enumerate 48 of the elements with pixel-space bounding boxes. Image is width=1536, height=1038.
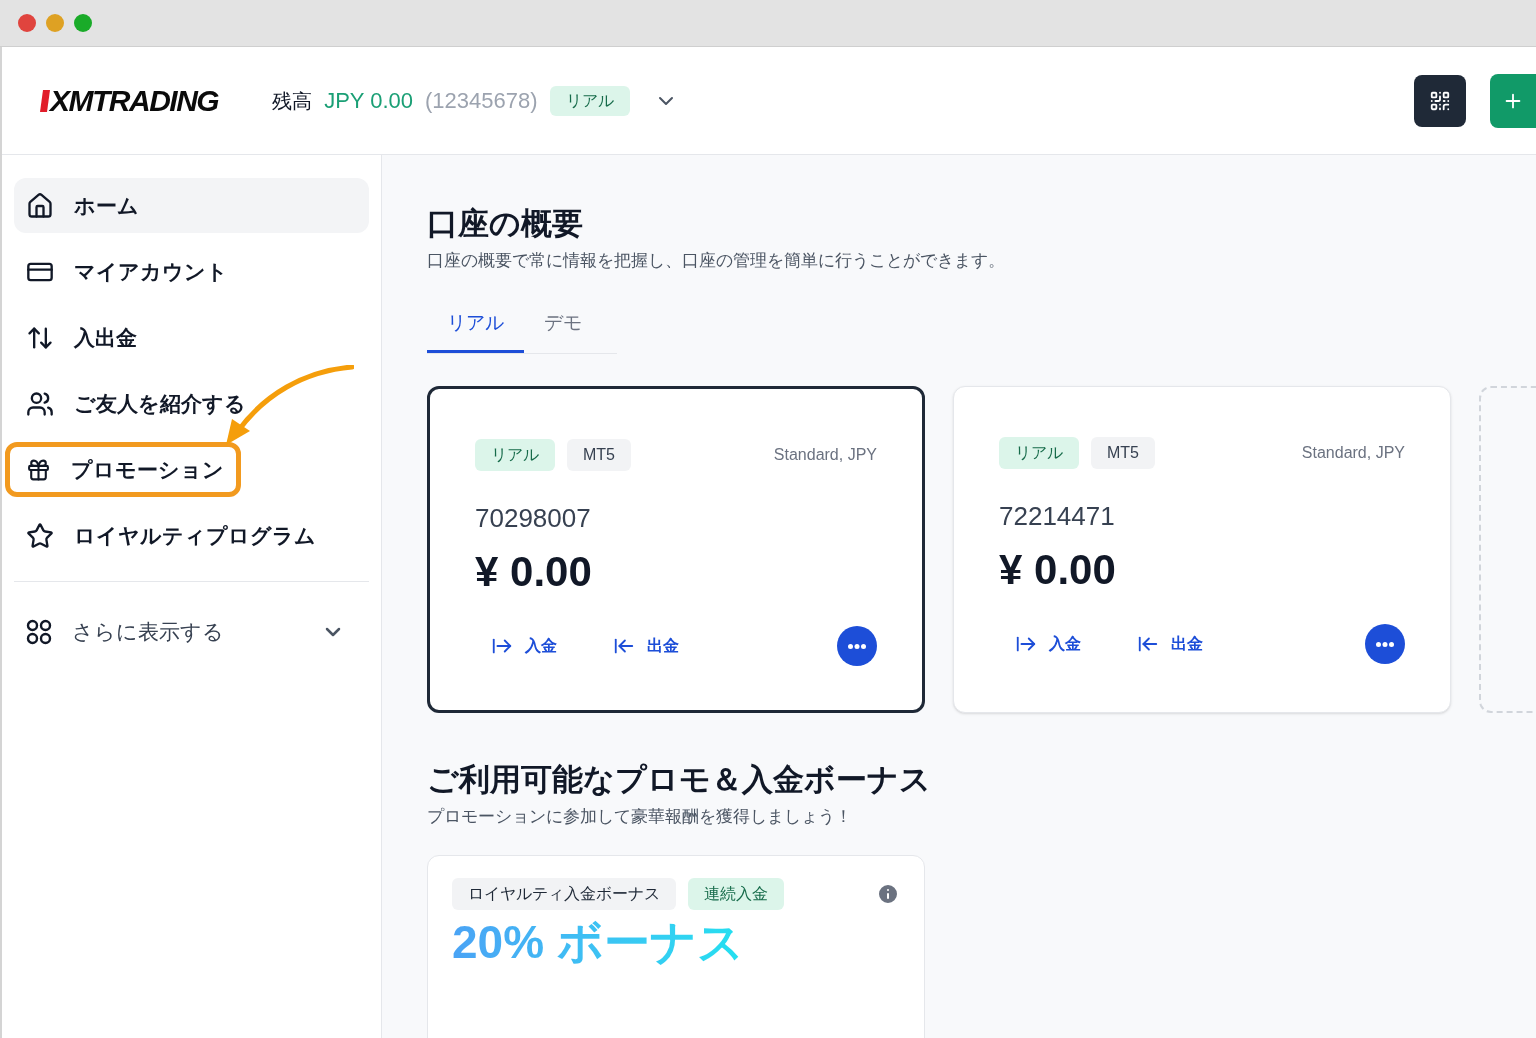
section-title: 口座の概要 (427, 205, 584, 243)
account-type-badge: リアル (549, 85, 630, 116)
balance-value: JPY 0.00 (324, 87, 414, 115)
account-id: (12345678) (425, 87, 538, 115)
deposit-link[interactable]: 入金 (491, 634, 557, 659)
withdraw-link[interactable]: 出金 (613, 634, 679, 659)
more-options-button[interactable] (837, 626, 877, 667)
sidebar-item[interactable]: ホーム (14, 178, 369, 233)
ellipsis-icon (848, 643, 866, 649)
account-number: 72214471 (999, 499, 1116, 533)
info-icon[interactable] (876, 882, 900, 906)
promotion-tag: ロイヤルティ入金ボーナス (452, 878, 676, 910)
logo-mark-icon (40, 89, 50, 112)
promotion-card[interactable]: ロイヤルティ入金ボーナス 連続入金 20% ボーナス (427, 855, 925, 1038)
account-tab[interactable]: リアル (427, 309, 524, 353)
ellipsis-icon (1376, 641, 1394, 647)
account-card[interactable]: リアル MT5 Standard, JPY 70298007 ¥ 0.00 入金 出金 (427, 385, 925, 713)
grid-icon (26, 618, 52, 645)
balance-label: 残高 (272, 88, 313, 114)
account-number: 70298007 (475, 501, 592, 535)
add-button[interactable] (1490, 73, 1536, 128)
qr-code-icon (1429, 89, 1451, 112)
star-icon (26, 521, 54, 550)
chevron-down-icon (325, 626, 341, 637)
account-type-tag: リアル (475, 438, 555, 471)
more-options-button[interactable] (1365, 624, 1405, 665)
account-balance: ¥ 0.00 (999, 544, 1117, 595)
people-icon (26, 389, 54, 418)
promotions-title: ご利用可能なプロモ＆入金ボーナス (427, 760, 932, 799)
account-balance: ¥ 0.00 (475, 546, 593, 597)
deposit-link[interactable]: 入金 (1015, 632, 1081, 657)
account-card[interactable]: リアル MT5 Standard, JPY 72214471 ¥ 0.00 入金 出金 (953, 385, 1451, 713)
sidebar-item[interactable]: プロモーション (5, 442, 241, 497)
promotion-tag: 連続入金 (688, 878, 784, 910)
promotions-subtitle: プロモーションに参加して豪華報酬を獲得しましょう！ (427, 805, 853, 828)
account-tab[interactable]: デモ (524, 309, 602, 353)
section-subtitle: 口座の概要で常に情報を把握し、口座の管理を簡単に行うことができます。 (427, 249, 1006, 272)
platform-tag: MT5 (1091, 436, 1155, 469)
close-window-icon[interactable] (18, 14, 36, 32)
account-type-tag: リアル (999, 436, 1079, 469)
show-more-item[interactable]: さらに表示する (14, 604, 369, 659)
qr-code-button[interactable] (1414, 74, 1466, 127)
logo: XMTRADING (50, 83, 219, 119)
home-icon (26, 191, 54, 220)
account-plan: Standard, JPY (773, 444, 877, 465)
account-plan: Standard, JPY (1301, 442, 1405, 463)
withdraw-link[interactable]: 出金 (1137, 632, 1203, 657)
platform-tag: MT5 (567, 438, 631, 471)
